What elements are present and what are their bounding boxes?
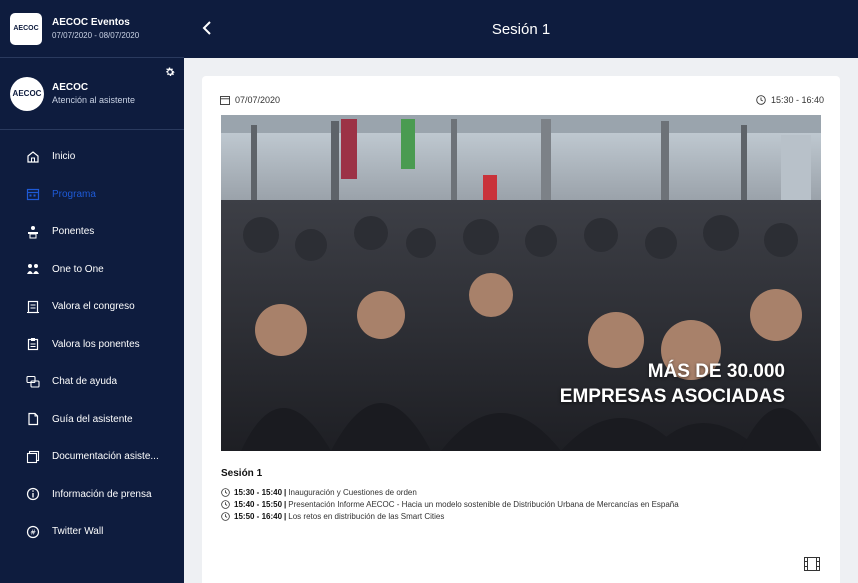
back-arrow-icon[interactable]: [198, 18, 218, 38]
calendar-icon: [26, 187, 40, 201]
profile-name: AECOC: [52, 82, 89, 93]
main-content: 07/07/2020 15:30 - 16:40 MÁS DE 30.000 E…: [184, 58, 858, 583]
banner-overlay-text: MÁS DE 30.000 EMPRESAS ASOCIADAS: [560, 359, 785, 409]
sidebar-item-inicio[interactable]: Inicio: [0, 138, 184, 176]
sidebar-item-label: Valora los ponentes: [52, 338, 140, 350]
sidebar-item-valora-congreso[interactable]: Valora el congreso: [0, 288, 184, 326]
sidebar-item-valora-ponentes[interactable]: Valora los ponentes: [0, 326, 184, 364]
profile-meta: AECOC Atención al asistente: [52, 82, 135, 105]
agenda-time: 15:50 - 16:40: [234, 511, 283, 521]
agenda-time: 15:30 - 15:40: [234, 487, 283, 497]
app-header: AECOC AECOC Eventos 07/07/2020 - 08/07/2…: [0, 0, 184, 58]
agenda-time: 15:40 - 15:50: [234, 499, 283, 509]
banner-line-1: MÁS DE 30.000: [647, 361, 785, 382]
aecoc-logo: AECOC: [10, 12, 42, 45]
profile-role: Atención al asistente: [52, 95, 136, 105]
session-agenda: Sesión 1 15:30 - 15:40 | Inauguración y …: [221, 468, 821, 522]
sidebar-item-documentacion[interactable]: Documentación asiste...: [0, 438, 184, 476]
session-time: 15:30 - 16:40: [756, 95, 824, 105]
sidebar-item-programa[interactable]: Programa: [0, 176, 184, 214]
home-icon: [26, 150, 40, 164]
sidebar-item-label: Ponentes: [52, 226, 95, 238]
clock-icon: [221, 511, 230, 521]
sidebar-nav: Inicio Programa Ponentes One to One Valo…: [0, 130, 184, 551]
app-meta: AECOC Eventos 07/07/2020 - 08/07/2020: [52, 17, 139, 40]
rating-icon: [26, 300, 40, 314]
agenda-text: Inauguración y Cuestiones de orden: [288, 487, 417, 497]
agenda-separator: |: [284, 487, 287, 497]
session-banner-image: MÁS DE 30.000 EMPRESAS ASOCIADAS: [221, 115, 821, 451]
app-title: AECOC Eventos: [52, 17, 130, 28]
sidebar-item-guia-asistente[interactable]: Guía del asistente: [0, 401, 184, 439]
sidebar-item-label: Documentación asiste...: [52, 451, 159, 463]
sidebar-item-label: Valora el congreso: [52, 301, 135, 313]
sidebar-item-chat-ayuda[interactable]: Chat de ayuda: [0, 363, 184, 401]
sidebar-item-twitter-wall[interactable]: # Twitter Wall: [0, 513, 184, 551]
clock-icon: [221, 499, 230, 509]
session-date-text: 07/07/2020: [235, 95, 281, 105]
sidebar-item-label: Inicio: [52, 151, 76, 163]
top-bar: Sesión 1: [184, 0, 858, 58]
agenda-text: Presentación Informe AECOC - Hacia un mo…: [288, 499, 679, 509]
sidebar-item-ponentes[interactable]: Ponentes: [0, 213, 184, 251]
page-title: Sesión 1: [491, 20, 551, 38]
clock-icon: [756, 95, 766, 105]
profile-panel: AECOC AECOC Atención al asistente: [0, 58, 184, 130]
info-icon: [26, 487, 40, 501]
agenda-item: 15:40 - 15:50 | Presentación Informe AEC…: [221, 498, 821, 510]
calendar-icon: [220, 96, 230, 105]
agenda-text: Los retos en distribución de las Smart C…: [288, 511, 445, 521]
session-date: 07/07/2020: [220, 95, 280, 105]
agenda-separator: |: [284, 511, 287, 521]
sidebar-item-label: Programa: [52, 188, 96, 200]
svg-text:#: #: [30, 528, 36, 536]
sidebar-item-label: Guía del asistente: [52, 413, 133, 425]
session-card: 07/07/2020 15:30 - 16:40 MÁS DE 30.000 E…: [202, 76, 840, 583]
sidebar-item-label: Información de prensa: [52, 488, 152, 500]
document-icon: [26, 412, 40, 426]
sidebar-item-label: Twitter Wall: [52, 526, 104, 538]
sidebar-item-one-to-one[interactable]: One to One: [0, 251, 184, 289]
speaker-icon: [26, 225, 40, 239]
app-dates: 07/07/2020 - 08/07/2020: [52, 31, 140, 40]
agenda-item: 15:30 - 15:40 | Inauguración y Cuestione…: [221, 486, 821, 498]
sidebar-item-label: Chat de ayuda: [52, 376, 118, 388]
avatar: AECOC: [10, 76, 44, 111]
folder-icon: [26, 450, 40, 464]
agenda-separator: |: [284, 499, 287, 509]
banner-line-2: EMPRESAS ASOCIADAS: [559, 386, 785, 407]
agenda-item: 15:50 - 16:40 | Los retos en distribució…: [221, 510, 821, 522]
film-icon[interactable]: [804, 557, 820, 571]
clock-icon: [221, 487, 230, 497]
sidebar: AECOC AECOC Eventos 07/07/2020 - 08/07/2…: [0, 0, 184, 583]
gear-icon[interactable]: [164, 66, 176, 78]
session-title: Sesión 1: [221, 468, 263, 479]
session-time-text: 15:30 - 16:40: [770, 95, 824, 105]
people-icon: [26, 262, 40, 276]
session-meta: 07/07/2020 15:30 - 16:40: [220, 95, 824, 105]
chat-icon: [26, 375, 40, 389]
sidebar-item-label: One to One: [52, 263, 104, 275]
sidebar-item-prensa[interactable]: Información de prensa: [0, 476, 184, 514]
hashtag-icon: #: [26, 525, 40, 539]
clipboard-icon: [26, 337, 40, 351]
